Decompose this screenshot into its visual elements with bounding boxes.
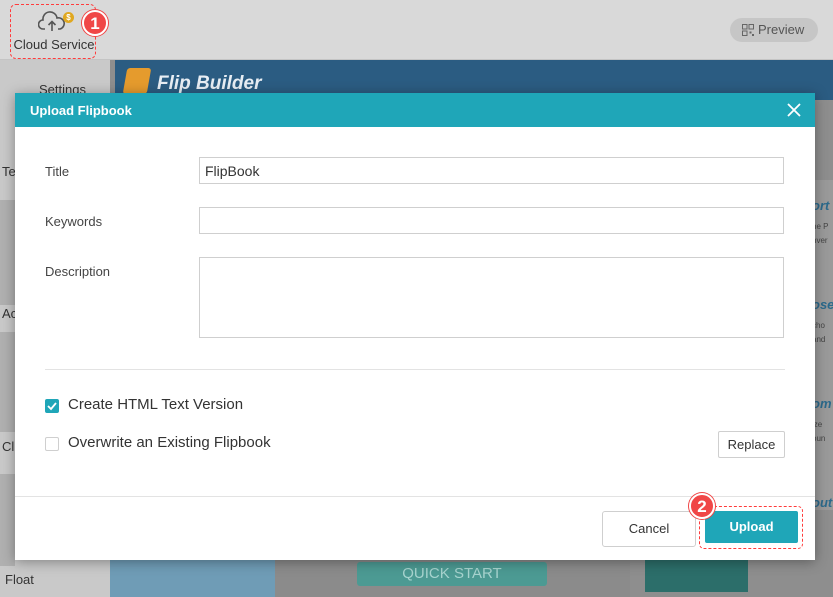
description-input[interactable] — [199, 257, 784, 338]
template-thumbnail[interactable] — [0, 200, 15, 305]
step-2-marker: 2 — [689, 493, 715, 519]
template-thumbnail[interactable] — [0, 474, 15, 566]
cloud-upload-icon — [38, 11, 65, 31]
brand-name: Flip Builder — [157, 73, 262, 94]
description-label: Description — [45, 264, 111, 279]
cloud-service-button[interactable]: $ Cloud Service — [10, 4, 96, 59]
keywords-input[interactable] — [199, 207, 784, 234]
flip-builder-logo-icon — [122, 68, 152, 94]
book-page-right — [645, 560, 748, 592]
template-thumbnail[interactable] — [0, 332, 15, 432]
step-1-marker: 1 — [82, 10, 108, 36]
overwrite-label[interactable]: Overwrite an Existing Flipbook — [68, 434, 271, 451]
preview-button[interactable]: Preview — [730, 18, 818, 42]
dialog-header: Upload Flipbook — [15, 93, 815, 127]
close-button[interactable] — [785, 101, 803, 119]
html-text-checkbox[interactable] — [45, 399, 59, 413]
float-label: Float — [5, 572, 34, 587]
upload-flipbook-dialog: Upload Flipbook Title Keywords Descripti… — [15, 93, 815, 560]
keywords-label: Keywords — [45, 214, 103, 229]
quick-start-button[interactable]: QUICK START — [357, 562, 547, 586]
title-input[interactable] — [199, 157, 784, 184]
preview-label: Preview — [758, 22, 805, 37]
close-icon — [787, 103, 801, 117]
cloud-service-label: Cloud Service — [13, 37, 95, 52]
dialog-title: Upload Flipbook — [30, 103, 132, 118]
sidebar-fragment: Cl — [2, 439, 15, 454]
html-text-label[interactable]: Create HTML Text Version — [68, 396, 243, 413]
checkmark-icon — [47, 402, 57, 411]
info-fragment: out — [812, 495, 833, 510]
section-divider — [45, 369, 785, 370]
upload-button[interactable]: Upload — [705, 511, 798, 543]
book-page-left — [110, 560, 275, 597]
top-toolbar: $ Cloud Service 1 Preview — [0, 0, 833, 60]
coin-badge-icon: $ — [63, 12, 74, 23]
replace-button[interactable]: Replace — [718, 431, 785, 458]
qr-code-icon — [742, 24, 754, 36]
title-label: Title — [45, 164, 70, 179]
info-fragment: ose — [812, 297, 833, 312]
cancel-button[interactable]: Cancel — [602, 511, 696, 547]
sidebar-fragment: Te — [2, 164, 16, 179]
overwrite-checkbox[interactable] — [45, 437, 59, 451]
upload-highlight: Upload — [699, 506, 803, 549]
